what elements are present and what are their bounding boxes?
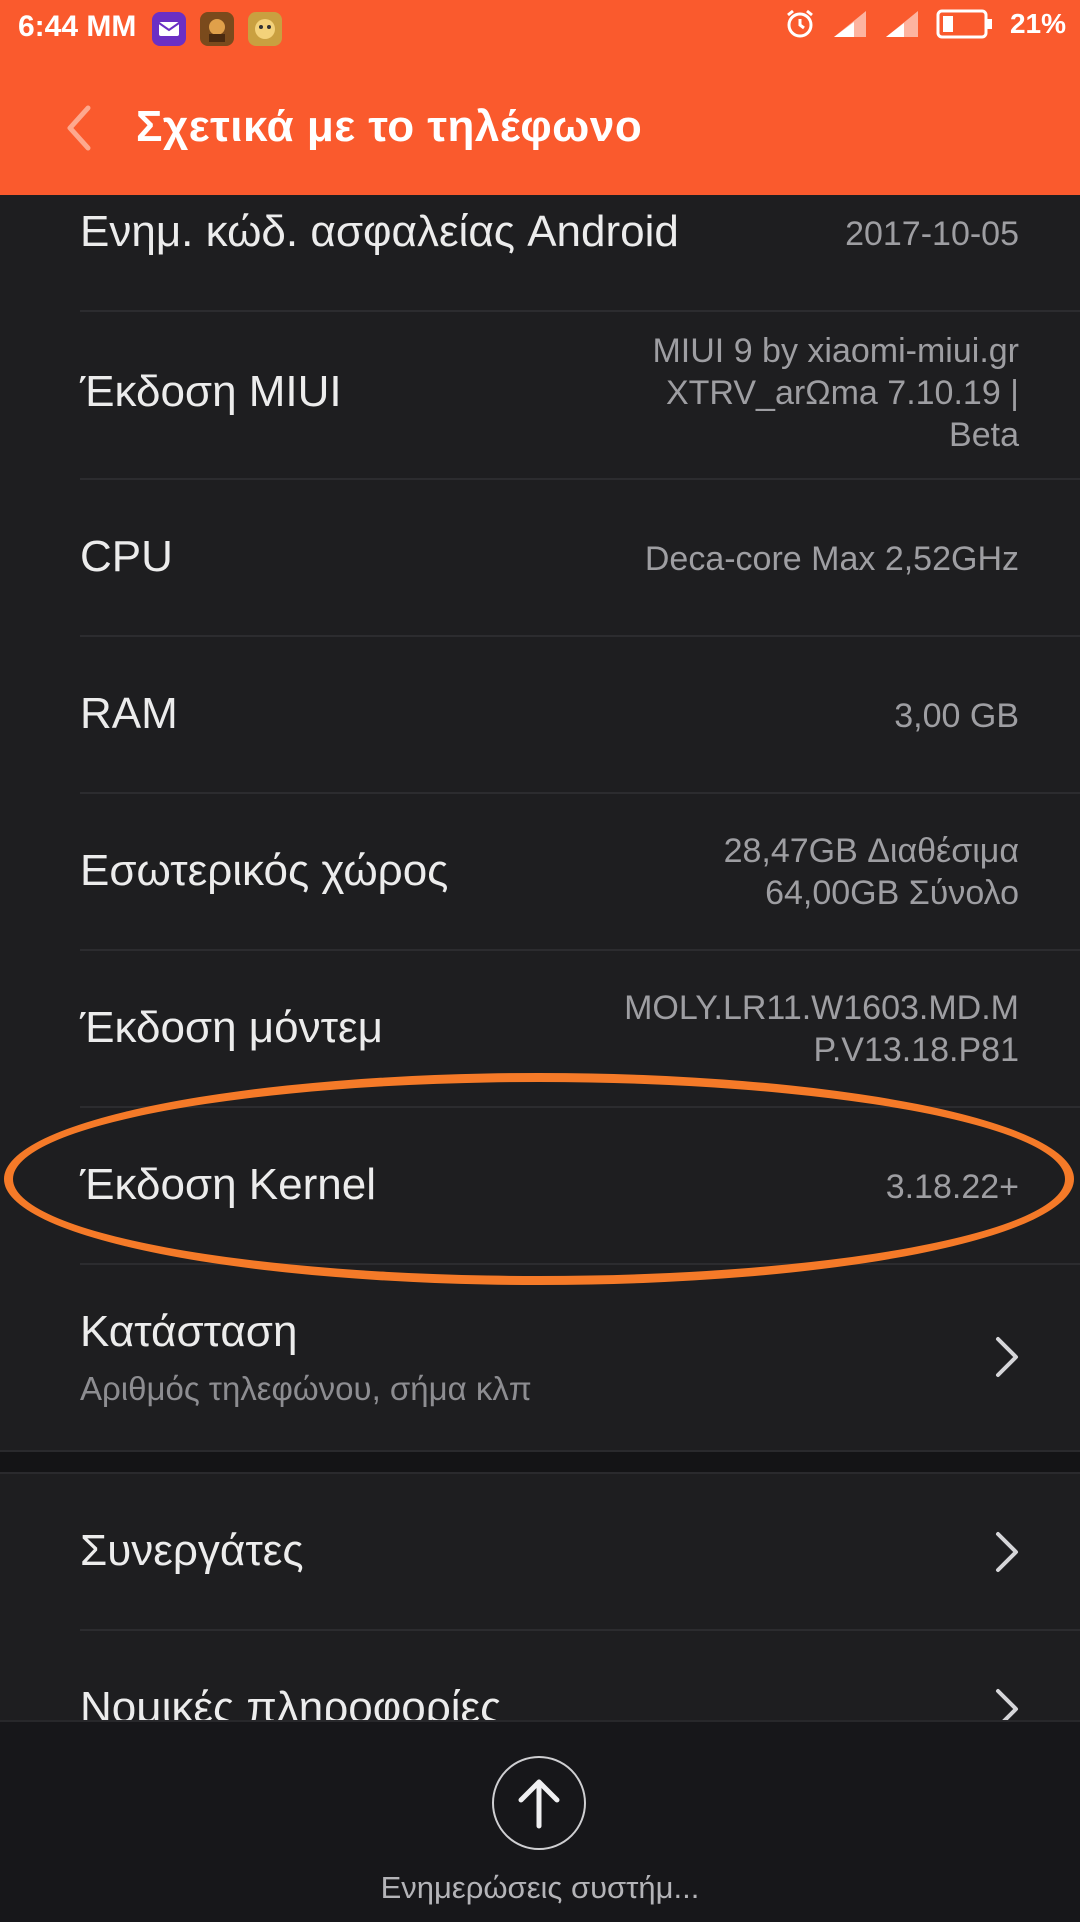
list-item-storage[interactable]: Εσωτερικός χώρος 28,47GB Διαθέσιμα 64,00… xyxy=(0,794,1080,949)
battery-percent: 21% xyxy=(1009,8,1066,39)
alarm-icon xyxy=(787,9,813,38)
list-item-label: Έκδοση Kernel xyxy=(80,1160,376,1209)
list-item-miui-version[interactable]: Έκδοση MIUI MIUI 9 by xiaomi-miui.gr XTR… xyxy=(0,312,1080,478)
list-item-value: 3.18.22+ xyxy=(885,1168,1019,1206)
mail-app-icon xyxy=(152,12,186,46)
status-right: 21% xyxy=(784,8,1066,40)
signal-icon-2 xyxy=(885,11,918,37)
chevron-right-icon xyxy=(996,1337,1018,1377)
list-item-partners[interactable]: Συνεργάτες xyxy=(0,1474,1080,1629)
list-item-label: Κατάσταση xyxy=(80,1307,298,1356)
page-title: Σχετικά με το τηλέφωνο xyxy=(136,102,643,151)
list-item-value: 3,00 GB xyxy=(894,697,1019,735)
value-line: Beta xyxy=(949,416,1019,454)
list-item-modem-version[interactable]: Έκδοση μόντεμ MOLY.LR11.W1603.MD.M P.V13… xyxy=(0,951,1080,1106)
list-item-label: CPU xyxy=(80,532,173,581)
list-item-legal[interactable]: Νομικές πληροφορίες xyxy=(0,1631,1080,1720)
list-item-label: Έκδοση μόντεμ xyxy=(80,1003,383,1052)
status-bar: 6:44 MM 21% xyxy=(0,0,1080,60)
value-line: MOLY.LR11.W1603.MD.M xyxy=(624,989,1019,1027)
list-item-label: Νομικές πληροφορίες xyxy=(80,1683,502,1720)
back-button[interactable] xyxy=(58,100,106,156)
list-item-cpu[interactable]: CPU Deca-core Max 2,52GHz xyxy=(0,480,1080,635)
list-item-value: 28,47GB Διαθέσιμα 64,00GB Σύνολο xyxy=(724,830,1019,914)
value-line: 28,47GB Διαθέσιμα xyxy=(723,832,1019,870)
signal-icon xyxy=(833,11,866,37)
value-line: P.V13.18.P81 xyxy=(813,1031,1019,1069)
arrow-up-icon xyxy=(518,1779,560,1829)
list-item-sublabel: Αριθμός τηλεφώνου, σήμα κλπ xyxy=(80,1370,532,1407)
back-arrow-icon xyxy=(67,105,91,151)
list-item-value: Deca-core Max 2,52GHz xyxy=(644,540,1019,578)
settings-list: Ενημ. κώδ. ασφαλείας Android 2017-10-05 … xyxy=(0,195,1080,1720)
list-item-label: Συνεργάτες xyxy=(80,1526,304,1575)
value-line: XTRV_arΩma 7.10.19 | xyxy=(665,374,1019,412)
battery-icon xyxy=(936,9,992,39)
header: Σχετικά με το τηλέφωνο xyxy=(0,60,1080,195)
chevron-right-icon xyxy=(996,1532,1018,1572)
list-item-label: RAM xyxy=(80,689,178,738)
list-item-label: Έκδοση MIUI xyxy=(80,367,342,416)
chevron-right-icon xyxy=(996,1689,1018,1720)
list-item-value: 2017-10-05 xyxy=(845,215,1019,253)
game-app-icon xyxy=(200,12,234,46)
list-item-ram[interactable]: RAM 3,00 GB xyxy=(0,637,1080,792)
list-item-status[interactable]: Κατάσταση Αριθμός τηλεφώνου, σήμα κλπ xyxy=(0,1265,1080,1450)
list-item-value: MOLY.LR11.W1603.MD.M P.V13.18.P81 xyxy=(624,987,1019,1071)
bottom-bar: Ενημερώσεις συστήμ... xyxy=(0,1720,1080,1922)
value-line: MIUI 9 by xiaomi-miui.gr xyxy=(652,332,1019,370)
section-divider xyxy=(0,1450,1080,1474)
list-item-value: MIUI 9 by xiaomi-miui.gr XTRV_arΩma 7.10… xyxy=(652,330,1019,456)
clash-app-icon xyxy=(248,12,282,46)
system-update-label[interactable]: Ενημερώσεις συστήμ... xyxy=(0,1870,1080,1906)
list-item-security-patch[interactable]: Ενημ. κώδ. ασφαλείας Android 2017-10-05 xyxy=(0,195,1080,310)
list-item-label: Ενημ. κώδ. ασφαλείας Android xyxy=(80,207,679,256)
system-update-button[interactable] xyxy=(492,1756,586,1850)
status-time: 6:44 MM xyxy=(18,10,137,43)
value-line: 64,00GB Σύνολο xyxy=(765,874,1019,912)
list-item-kernel-version[interactable]: Έκδοση Kernel 3.18.22+ xyxy=(0,1108,1080,1263)
list-item-label: Εσωτερικός χώρος xyxy=(80,846,449,895)
